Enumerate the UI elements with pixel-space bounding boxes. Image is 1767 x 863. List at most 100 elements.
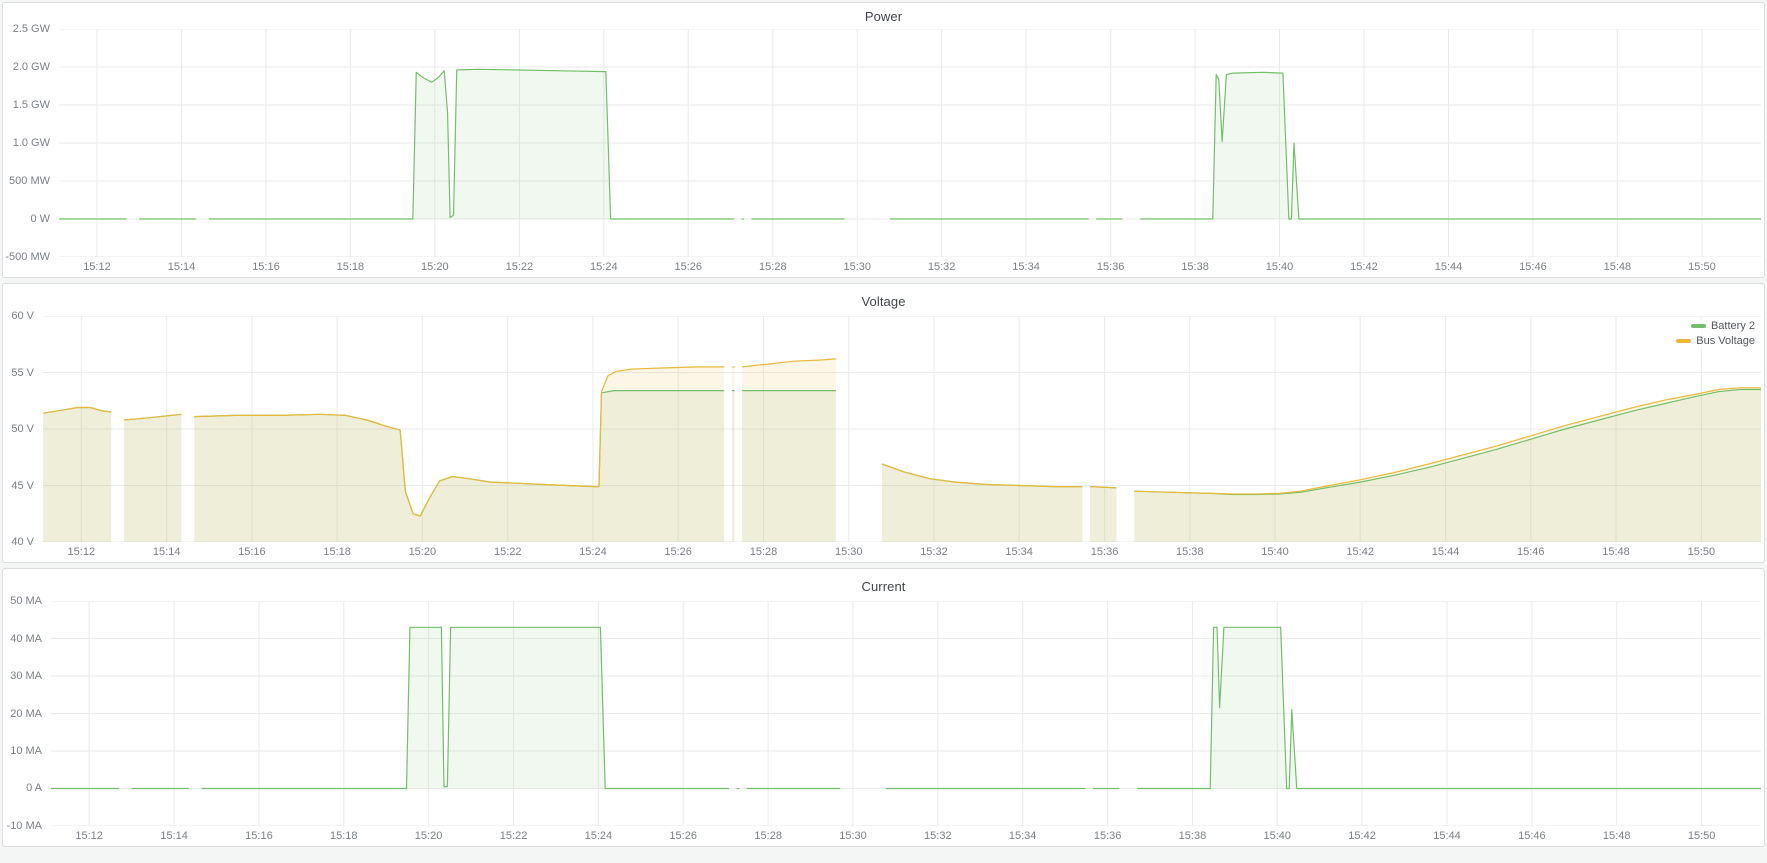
x-tick-label: 15:26 (664, 546, 692, 558)
voltage-x-axis: 15:1215:1415:1615:1815:2015:2215:2415:26… (3, 542, 1764, 562)
bus-voltage-series-swatch (1676, 339, 1691, 343)
y-tick-label: 0 W (30, 213, 50, 225)
x-tick-label: 15:26 (674, 261, 702, 273)
x-tick-label: 15:34 (1009, 830, 1037, 842)
legend-item-bus-voltage[interactable]: Bus Voltage (1676, 334, 1755, 348)
voltage-legend: Battery 2 Bus Voltage (1674, 318, 1757, 349)
voltage-y-axis: 60 V55 V50 V45 V40 V (3, 316, 43, 542)
x-tick-label: 15:44 (1432, 546, 1460, 558)
legend-label: Bus Voltage (1696, 334, 1755, 348)
x-tick-label: 15:20 (409, 546, 437, 558)
y-tick-label: 40 V (11, 536, 34, 548)
y-tick-label: -500 MW (5, 251, 50, 263)
x-tick-label: 15:32 (928, 261, 956, 273)
series-area (202, 627, 729, 788)
series-area (882, 464, 1082, 542)
power-x-axis: 15:1215:1415:1615:1815:2015:2215:2415:26… (3, 257, 1764, 277)
x-tick-label: 15:44 (1433, 830, 1461, 842)
x-tick-label: 15:30 (843, 261, 871, 273)
y-tick-label: 0 A (26, 782, 42, 794)
y-tick-label: 50 V (11, 423, 34, 435)
x-tick-label: 15:28 (750, 546, 778, 558)
power-chart-canvas[interactable] (59, 29, 1761, 257)
series-area (124, 414, 182, 542)
series-area (1134, 388, 1761, 542)
y-tick-label: 30 MA (10, 670, 42, 682)
x-tick-label: 15:44 (1435, 261, 1463, 273)
x-tick-label: 15:32 (920, 546, 948, 558)
x-tick-label: 15:14 (153, 546, 181, 558)
x-tick-label: 15:40 (1263, 830, 1291, 842)
series-area (1137, 627, 1761, 788)
x-tick-label: 15:16 (238, 546, 266, 558)
x-tick-label: 15:12 (68, 546, 96, 558)
current-panel: Current 50 MA40 MA30 MA20 MA10 MA0 A-10 … (2, 568, 1765, 847)
x-tick-label: 15:20 (421, 261, 449, 273)
x-tick-label: 15:46 (1519, 261, 1547, 273)
x-tick-label: 15:18 (323, 546, 351, 558)
x-tick-label: 15:48 (1604, 261, 1632, 273)
y-tick-label: 10 MA (10, 745, 42, 757)
x-tick-label: 15:16 (245, 830, 273, 842)
x-tick-label: 15:46 (1517, 546, 1545, 558)
y-tick-label: -10 MA (7, 820, 42, 832)
voltage-plot-wrap: 60 V55 V50 V45 V40 V Battery 2 Bus Volta… (3, 316, 1764, 542)
series-area (742, 359, 836, 542)
current-y-axis: 50 MA40 MA30 MA20 MA10 MA0 A-10 MA (3, 601, 51, 826)
x-tick-label: 15:40 (1261, 546, 1289, 558)
voltage-panel: Voltage 60 V 55 V 50 V 45 V 40 V Battery 2 B… (2, 283, 1765, 563)
y-tick-label: 500 MW (9, 175, 50, 187)
y-tick-label: 55 V (11, 367, 34, 379)
y-tick-label: 1.5 GW (13, 99, 50, 111)
x-tick-label: 15:50 (1688, 546, 1716, 558)
x-tick-label: 15:24 (590, 261, 618, 273)
series-area (43, 408, 111, 543)
voltage-plot-area: Battery 2 Bus Voltage (43, 316, 1761, 542)
x-tick-label: 15:18 (330, 830, 358, 842)
series-area (732, 367, 735, 542)
current-plot-wrap: 50 MA40 MA30 MA20 MA10 MA0 A-10 MA (3, 601, 1764, 826)
x-tick-label: 15:38 (1176, 546, 1204, 558)
x-tick-label: 15:28 (754, 830, 782, 842)
x-tick-label: 15:36 (1094, 830, 1122, 842)
x-tick-label: 15:20 (415, 830, 443, 842)
y-tick-label: 50 MA (10, 595, 42, 607)
voltage-panel-title[interactable]: Voltage (3, 284, 1764, 316)
x-tick-label: 15:34 (1005, 546, 1033, 558)
x-tick-label: 15:38 (1179, 830, 1207, 842)
x-tick-label: 15:34 (1012, 261, 1040, 273)
voltage-chart-canvas[interactable] (43, 316, 1761, 542)
series-area (1090, 487, 1116, 542)
series-area (209, 69, 734, 219)
x-tick-label: 15:40 (1266, 261, 1294, 273)
y-tick-label: 60 V (11, 310, 34, 322)
current-x-axis: 15:1215:1415:1615:1815:2015:2215:2415:26… (3, 826, 1764, 846)
x-tick-label: 15:50 (1688, 261, 1716, 273)
y-tick-label: 1.0 GW (13, 137, 50, 149)
current-chart-canvas[interactable] (51, 601, 1761, 826)
x-tick-label: 15:42 (1346, 546, 1374, 558)
series-area (1140, 72, 1761, 219)
dashboard: Power 2.5 GW2.0 GW1.5 GW1.0 GW500 MW0 W-… (0, 0, 1767, 854)
x-tick-label: 15:12 (83, 261, 111, 273)
x-tick-label: 15:36 (1091, 546, 1119, 558)
x-tick-label: 15:36 (1097, 261, 1125, 273)
legend-item-battery-2[interactable]: Battery 2 (1691, 319, 1755, 333)
x-tick-label: 15:32 (924, 830, 952, 842)
x-tick-label: 15:22 (506, 261, 534, 273)
x-tick-label: 15:30 (835, 546, 863, 558)
power-plot-area (59, 29, 1761, 257)
current-panel-title[interactable]: Current (3, 569, 1764, 601)
y-tick-label: 2.5 GW (13, 23, 50, 35)
x-tick-label: 15:42 (1350, 261, 1378, 273)
x-tick-label: 15:24 (585, 830, 613, 842)
x-tick-label: 15:14 (160, 830, 188, 842)
y-tick-label: 45 V (11, 480, 34, 492)
x-tick-label: 15:16 (252, 261, 280, 273)
x-tick-label: 15:46 (1518, 830, 1546, 842)
x-tick-label: 15:50 (1688, 830, 1716, 842)
legend-label: Battery 2 (1711, 319, 1755, 333)
power-y-axis: 2.5 GW2.0 GW1.5 GW1.0 GW500 MW0 W-500 MW (3, 29, 59, 257)
battery-2-series-swatch (1691, 324, 1706, 328)
power-panel-title[interactable]: Power (3, 3, 1764, 29)
